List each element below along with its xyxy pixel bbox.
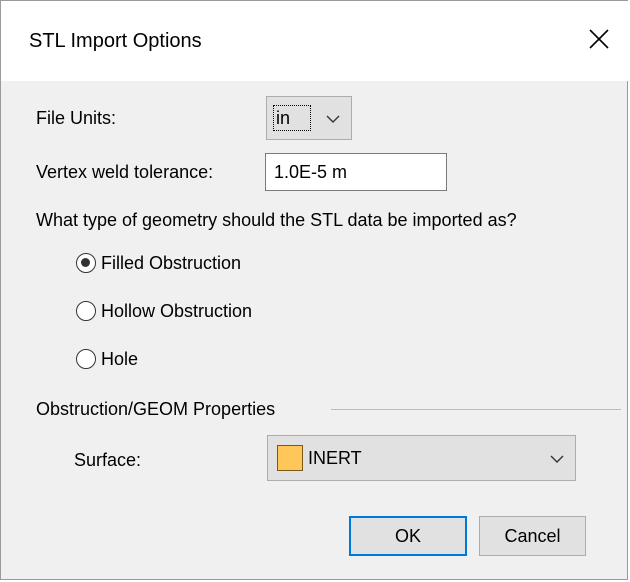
tolerance-label: Vertex weld tolerance: [36,162,214,182]
radio-filled-obstruction[interactable]: Filled Obstruction [76,250,241,276]
radio-label: Filled Obstruction [101,253,242,273]
properties-group-label: Obstruction/GEOM Properties [36,399,276,419]
radio-button-checked[interactable] [76,253,96,273]
surface-select[interactable]: INERT [267,435,576,481]
geometry-question: What type of geometry should the STL dat… [36,210,517,230]
surface-value: INERT [308,448,362,468]
surface-color-swatch [277,445,303,471]
dialog-title: STL Import Options [29,30,202,52]
file-units-value: in [273,105,311,131]
title-bar: STL Import Options [1,1,629,81]
radio-button[interactable] [76,349,96,369]
file-units-label: File Units: [36,108,117,128]
ok-button[interactable]: OK [349,516,467,556]
chevron-down-icon [326,115,340,123]
cancel-button[interactable]: Cancel [479,516,586,556]
radio-label: Hollow Obstruction [101,301,253,321]
radio-button[interactable] [76,301,96,321]
tolerance-input[interactable]: 1.0E-5 m [265,153,447,191]
chevron-down-icon [550,455,564,463]
close-button[interactable] [577,17,621,61]
surface-label: Surface: [74,450,142,470]
close-icon [589,29,609,49]
radio-hole[interactable]: Hole [76,346,138,372]
stl-import-dialog: STL Import Options File Units: in Vertex… [0,0,629,580]
group-divider [331,409,621,410]
radio-label: Hole [101,349,139,369]
radio-hollow-obstruction[interactable]: Hollow Obstruction [76,298,252,324]
file-units-select[interactable]: in [266,96,352,140]
